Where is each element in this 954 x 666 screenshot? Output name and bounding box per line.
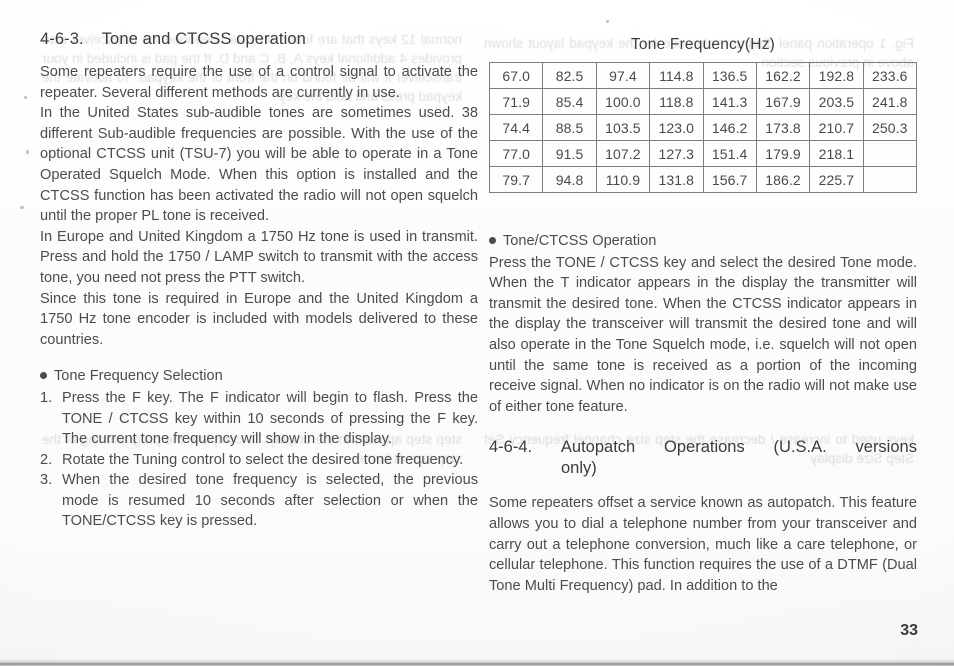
heading-word-versions: versions (855, 438, 917, 457)
list-item: 2. Rotate the Tuning control to select t… (40, 450, 478, 471)
table-cell: 141.3 (702, 88, 757, 115)
table-cell: 162.2 (755, 62, 811, 89)
table-cell: 173.8 (755, 114, 811, 141)
table-cell: 82.5 (542, 62, 597, 89)
tone-table-body: 67.0 82.5 97.4 114.8 136.5 162.2 192.8 2… (488, 62, 918, 193)
table-cell: 192.8 (809, 62, 864, 89)
paragraph-europe-1750hz: In Europe and United Kingdom a 1750 Hz t… (40, 228, 478, 286)
scan-edge-shadow (0, 659, 954, 666)
tone-frequency-table: 67.0 82.5 97.4 114.8 136.5 162.2 192.8 2… (488, 62, 918, 193)
table-cell: 179.9 (755, 140, 811, 167)
table-row: 79.7 94.8 110.9 131.8 156.7 186.2 225.7 (488, 166, 918, 193)
left-column: 4-6-3. Tone and CTCSS operation Some repe… (40, 28, 478, 532)
table-row: 74.4 88.5 103.5 123.0 146.2 173.8 210.7 … (488, 114, 918, 141)
table-title: Tone Frequency(Hz) (630, 36, 776, 53)
table-cell: 203.5 (809, 88, 864, 115)
table-cell: 151.4 (702, 140, 757, 167)
step-text: Rotate the Tuning control to select the … (62, 451, 464, 468)
scan-speck (26, 150, 29, 154)
heading-line-2: only) (561, 459, 597, 478)
step-text: When the desired tone frequency is selec… (62, 472, 478, 530)
table-cell: 110.9 (595, 166, 651, 193)
table-cell: 88.5 (542, 114, 597, 141)
table-cell: 85.4 (542, 88, 597, 115)
table-cell: 97.4 (595, 62, 651, 89)
list-item: 3. When the desired tone frequency is se… (40, 470, 478, 532)
table-cell: 131.8 (649, 166, 704, 193)
table-cell-empty (862, 166, 918, 193)
bullet-tone-ctcss-operation: Tone/CTCSS Operation (489, 231, 917, 252)
table-cell: 186.2 (755, 166, 811, 193)
table-cell: 71.9 (488, 88, 544, 115)
table-cell: 77.0 (488, 140, 544, 167)
paragraph-tone-ctcss-operation: Press the TONE / CTCSS key and select th… (489, 254, 917, 415)
table-cell: 241.8 (862, 88, 918, 115)
paragraph-tone-encoder-included: Since this tone is required in Europe an… (40, 290, 478, 348)
tone-frequency-selection-steps: 1. Press the F key. The F indicator will… (40, 388, 478, 532)
table-cell: 233.6 (862, 62, 918, 89)
page-number: 33 (900, 622, 918, 639)
table-cell: 114.8 (649, 62, 704, 89)
right-column: Tone Frequency(Hz) 67.0 82.5 97.4 114.8 … (488, 36, 918, 596)
scan-speck (20, 206, 24, 209)
table-cell: 218.1 (809, 140, 864, 167)
heading-line-1: 4-6-4. Autopatch Operations (U.S.A. vers… (489, 437, 917, 458)
table-cell: 136.5 (702, 62, 757, 89)
table-cell-empty (862, 140, 918, 167)
table-cell: 94.8 (542, 166, 597, 193)
table-cell: 79.7 (488, 166, 544, 193)
table-cell: 123.0 (649, 114, 704, 141)
table-cell: 91.5 (542, 140, 597, 167)
heading-word-usa: (U.S.A. (773, 438, 827, 457)
table-cell: 107.2 (595, 140, 651, 167)
table-cell: 74.4 (488, 114, 544, 141)
table-cell: 156.7 (702, 166, 757, 193)
table-cell: 167.9 (755, 88, 811, 115)
table-cell: 100.0 (595, 88, 651, 115)
section-heading-4-6-3: 4-6-3. Tone and CTCSS operation (40, 28, 478, 50)
table-cell: 127.3 (649, 140, 704, 167)
section-title: Tone and CTCSS operation (101, 30, 306, 48)
table-cell: 210.7 (809, 114, 864, 141)
heading-word-operations: Operations (664, 438, 745, 457)
step-marker: 2. (40, 451, 53, 468)
table-cell: 103.5 (595, 114, 651, 141)
step-marker: 1. (40, 389, 53, 406)
bullet-label: Tone Frequency Selection (54, 368, 223, 385)
table-row: 77.0 91.5 107.2 127.3 151.4 179.9 218.1 (488, 140, 918, 167)
section-number: 4-6-3. (40, 30, 84, 48)
bullet-tone-frequency-selection: Tone Frequency Selection (40, 366, 478, 387)
scan-speck (24, 96, 27, 99)
bullet-dot-icon (40, 372, 47, 380)
scan-speck (606, 20, 609, 23)
paragraph-sub-audible-tones: In the United States sub-audible tones a… (40, 105, 478, 225)
table-row: 67.0 82.5 97.4 114.8 136.5 162.2 192.8 2… (488, 62, 918, 89)
bullet-dot-icon (489, 237, 496, 244)
table-cell: 118.8 (649, 88, 704, 115)
table-cell: 146.2 (702, 114, 757, 141)
section-number: 4-6-4. (489, 438, 533, 457)
step-text: Press the F key. The F indicator will be… (62, 389, 478, 448)
table-cell: 225.7 (809, 166, 864, 193)
heading-word-autopatch: Autopatch (560, 438, 636, 457)
list-item: 1. Press the F key. The F indicator will… (40, 388, 478, 450)
step-marker: 3. (40, 472, 53, 489)
paragraph-repeaters-control-signal: Some repeaters require the use of a cont… (40, 64, 478, 101)
table-cell: 250.3 (862, 114, 918, 141)
section-heading-4-6-4: 4-6-4. Autopatch Operations (U.S.A. vers… (489, 437, 917, 479)
scanned-manual-page: Fig. 1 operation panel diagram reference… (0, 0, 954, 666)
bullet-label: Tone/CTCSS Operation (503, 233, 657, 249)
table-cell: 67.0 (488, 62, 544, 89)
table-row: 71.9 85.4 100.0 118.8 141.3 167.9 203.5 … (488, 88, 918, 115)
paragraph-autopatch: Some repeaters offset a service known as… (489, 495, 917, 594)
